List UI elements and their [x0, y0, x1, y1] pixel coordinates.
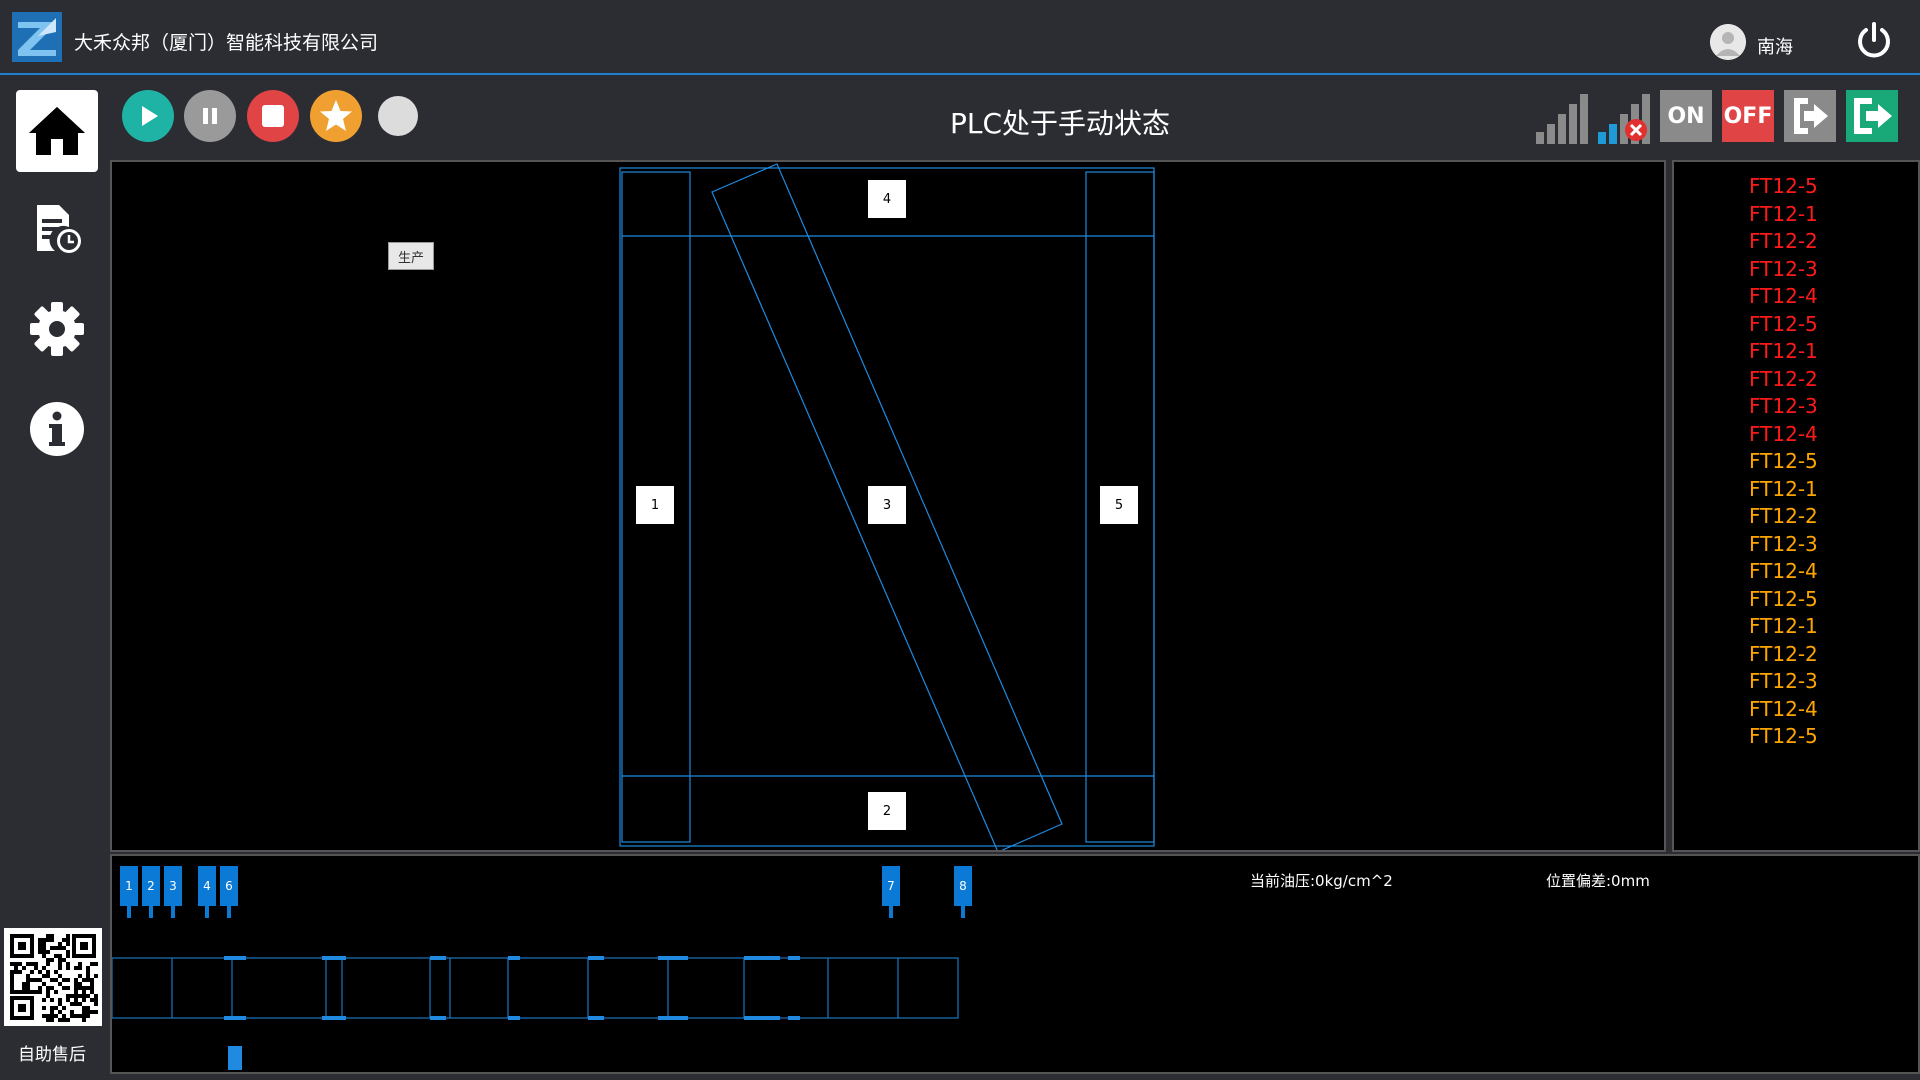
sensor-marker[interactable]: 7 — [882, 866, 900, 918]
user-avatar-icon[interactable] — [1710, 24, 1746, 60]
alarm-list-item[interactable]: FT12-3 — [1749, 394, 1818, 418]
favorite-button[interactable] — [310, 90, 362, 142]
logout-icon — [1854, 98, 1892, 134]
alarm-list-item[interactable]: FT12-5 — [1749, 174, 1818, 198]
nav-home-button[interactable] — [16, 90, 98, 172]
info-icon — [30, 402, 84, 456]
sensor-marker-stem — [961, 906, 965, 918]
username[interactable]: 南海 — [1757, 33, 1793, 59]
alarm-list-item[interactable]: FT12-5 — [1749, 449, 1818, 473]
sensor-marker-label: 3 — [164, 866, 182, 906]
login-icon — [1794, 98, 1828, 134]
conveyor-panel: 当前油压:0kg/cm^2 位置偏差:0mm 1 2 3 4 6 7 8 — [110, 854, 1920, 1074]
sensor-marker-stem — [227, 906, 231, 918]
power-icon[interactable] — [1853, 20, 1895, 62]
qr-code — [4, 928, 102, 1026]
sensor-marker-stem — [127, 906, 131, 918]
alarm-list-item[interactable]: FT12-1 — [1749, 477, 1818, 501]
zone-4-label[interactable]: 4 — [868, 180, 906, 218]
alarm-list-item[interactable]: FT12-5 — [1749, 724, 1818, 748]
nav-report-button[interactable] — [16, 188, 98, 270]
sensor-marker-label: 8 — [954, 866, 972, 906]
main-canvas: 生产 4 1 3 5 2 — [110, 160, 1666, 852]
alarm-list-item[interactable]: FT12-5 — [1749, 587, 1818, 611]
alarm-list-item[interactable]: FT12-3 — [1749, 257, 1818, 281]
qr-label: 自助售后 — [18, 1045, 86, 1065]
sensor-marker-label: 4 — [198, 866, 216, 906]
login-button[interactable] — [1784, 90, 1836, 142]
alarm-list-item[interactable]: FT12-4 — [1749, 559, 1818, 583]
sensor-marker-stem — [149, 906, 153, 918]
sensor-marker-stem — [171, 906, 175, 918]
stop-icon — [262, 105, 284, 127]
alarm-list-item[interactable]: FT12-1 — [1749, 339, 1818, 363]
alarm-list-item[interactable]: FT12-1 — [1749, 202, 1818, 226]
gear-icon — [30, 302, 84, 356]
signal-error-icon — [1596, 90, 1652, 148]
logout-button[interactable] — [1846, 90, 1898, 142]
alarm-list-item[interactable]: FT12-4 — [1749, 697, 1818, 721]
play-button[interactable] — [122, 90, 174, 142]
sensor-marker-label: 6 — [220, 866, 238, 906]
alarm-list-item[interactable]: FT12-2 — [1749, 504, 1818, 528]
sensor-marker[interactable]: 1 — [120, 866, 138, 918]
zone-2-label[interactable]: 2 — [868, 792, 906, 830]
sensor-marker-label: 2 — [142, 866, 160, 906]
sensor-marker-label: 1 — [120, 866, 138, 906]
alarm-list-item[interactable]: FT12-4 — [1749, 422, 1818, 446]
nav-settings-button[interactable] — [16, 288, 98, 370]
plc-status-title: PLC处于手动状态 — [949, 107, 1171, 140]
sensor-marker[interactable]: 6 — [220, 866, 238, 918]
on-button[interactable]: ON — [1660, 90, 1712, 142]
sensor-marker-stem — [205, 906, 209, 918]
sensor-marker[interactable]: 3 — [164, 866, 182, 918]
signal-icon — [1534, 90, 1590, 148]
toolbar: PLC处于手动状态 ON OFF — [110, 80, 1920, 155]
company-name: 大禾众邦（厦门）智能科技有限公司 — [74, 32, 379, 54]
alarm-list-item[interactable]: FT12-4 — [1749, 284, 1818, 308]
pause-button[interactable] — [184, 90, 236, 142]
alarm-list-item[interactable]: FT12-5 — [1749, 312, 1818, 336]
conveyor-drawing — [112, 956, 959, 1070]
sensor-marker[interactable]: 8 — [954, 866, 972, 918]
alarm-list-item[interactable]: FT12-3 — [1749, 532, 1818, 556]
pause-icon — [203, 108, 217, 124]
nav-info-button[interactable] — [16, 388, 98, 470]
star-icon — [320, 100, 352, 131]
sensor-marker[interactable]: 2 — [142, 866, 160, 918]
sensor-marker[interactable]: 4 — [198, 866, 216, 918]
alarm-list-item[interactable]: FT12-2 — [1749, 642, 1818, 666]
alarm-list-item[interactable]: FT12-3 — [1749, 669, 1818, 693]
alarm-list-item[interactable]: FT12-1 — [1749, 614, 1818, 638]
report-clock-icon — [37, 205, 81, 253]
stop-button[interactable] — [247, 90, 299, 142]
zone-3-label[interactable]: 3 — [868, 486, 906, 524]
zone-1-label[interactable]: 1 — [636, 486, 674, 524]
sensor-marker-stem — [889, 906, 893, 918]
play-icon — [142, 106, 158, 126]
top-bar: 大禾众邦（厦门）智能科技有限公司 南海 — [0, 0, 1920, 75]
alarm-list-item[interactable]: FT12-2 — [1749, 367, 1818, 391]
production-tag[interactable]: 生产 — [388, 242, 434, 270]
sensor-marker-label: 7 — [882, 866, 900, 906]
off-button[interactable]: OFF — [1722, 90, 1774, 142]
status-indicator — [378, 96, 418, 136]
home-icon — [29, 107, 85, 155]
company-logo — [12, 12, 62, 62]
alarm-list-item[interactable]: FT12-2 — [1749, 229, 1818, 253]
alarm-list: FT12-5 FT12-1 FT12-2 FT12-3 FT12-4 FT12-5 FT12… — [1672, 160, 1920, 852]
zone-5-label[interactable]: 5 — [1100, 486, 1138, 524]
